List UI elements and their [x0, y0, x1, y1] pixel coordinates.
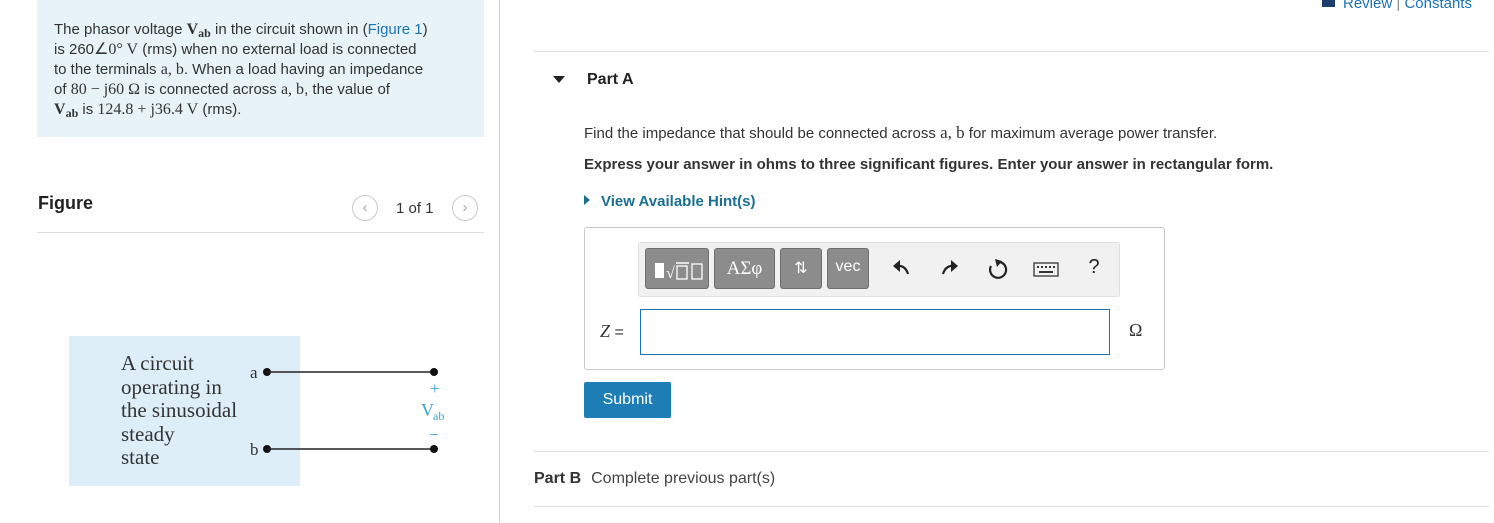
part-b[interactable]: Part B Complete previous part(s)	[534, 470, 775, 488]
header-links: Review | Constants	[1322, 0, 1472, 12]
question-text: Find the impedance that should be connec…	[584, 123, 1218, 142]
terminal-b-end-dot	[430, 445, 438, 453]
divider	[534, 506, 1489, 507]
subscript-superscript-button[interactable]: ⇅	[780, 248, 822, 289]
problem-line-3: to the terminals a, b. When a load havin…	[54, 61, 424, 78]
unit-label: Ω	[1129, 320, 1143, 340]
vab-label-sub: ab	[433, 409, 444, 423]
figure-page-count: 1 of 1	[396, 200, 434, 217]
templates-icon: √	[655, 262, 703, 282]
minus-sign: −	[429, 425, 439, 444]
part-b-title: Part B	[534, 470, 582, 487]
answer-instructions: Express your answer in ohms to three sig…	[584, 156, 1274, 173]
answer-input[interactable]	[640, 309, 1110, 355]
problem-statement: The phasor voltage Vab in the circuit sh…	[37, 0, 484, 137]
problem-line-2: is 260∠0° V (rms) when no external load …	[54, 41, 417, 58]
divider	[534, 451, 1489, 452]
help-button[interactable]: ?	[1084, 256, 1104, 279]
problem-line-1: The phasor voltage Vab in the circuit sh…	[54, 21, 428, 40]
circuit-description: A circuit operating in the sinusoidal st…	[121, 351, 238, 469]
vab-label-main: V	[421, 400, 434, 420]
part-a-title[interactable]: Part A	[587, 71, 634, 89]
figure-title: Figure	[38, 193, 94, 213]
answer-variable-label: Z =	[600, 321, 624, 341]
terminal-a-end-dot	[430, 368, 438, 376]
greek-letters-button[interactable]: ΑΣφ	[714, 248, 775, 289]
figure-pager: ‹ 1 of 1 ›	[352, 195, 486, 221]
vector-button[interactable]: vec	[827, 248, 869, 289]
problem-line-5: Vab is 124.8 + j36.4 V (rms).	[54, 101, 242, 120]
voltage-symbol: Vab	[186, 21, 211, 40]
templates-button[interactable]: √	[645, 248, 709, 289]
review-link[interactable]: Review	[1343, 0, 1392, 12]
chevron-left-icon[interactable]: ‹	[352, 195, 378, 221]
math-toolbar: √ ΑΣφ ⇅ vec ?	[638, 242, 1120, 297]
plus-sign: +	[430, 379, 440, 398]
keyboard-icon[interactable]	[1033, 262, 1059, 278]
problem-line-4: of 80 − j60 Ω is connected across a, b, …	[54, 81, 390, 98]
redo-icon[interactable]	[940, 259, 960, 279]
book-icon	[1322, 0, 1335, 7]
figure-link[interactable]: Figure 1	[368, 21, 423, 38]
collapse-caret-icon[interactable]	[553, 76, 565, 83]
chevron-right-icon[interactable]: ›	[452, 195, 478, 221]
circuit-block: A circuit operating in the sinusoidal st…	[69, 336, 300, 486]
svg-text:√: √	[666, 265, 675, 282]
undo-icon[interactable]	[891, 259, 911, 279]
reset-icon[interactable]	[986, 258, 1008, 280]
submit-button[interactable]: Submit	[584, 382, 671, 418]
constants-link[interactable]: Constants	[1404, 0, 1472, 12]
divider	[534, 51, 1489, 52]
divider	[37, 232, 484, 233]
triangle-right-icon	[584, 195, 590, 205]
separator: |	[1396, 0, 1401, 12]
column-divider	[499, 0, 500, 523]
hint-toggle[interactable]: View Available Hint(s)	[584, 193, 756, 210]
part-b-status: Complete previous part(s)	[591, 470, 776, 487]
